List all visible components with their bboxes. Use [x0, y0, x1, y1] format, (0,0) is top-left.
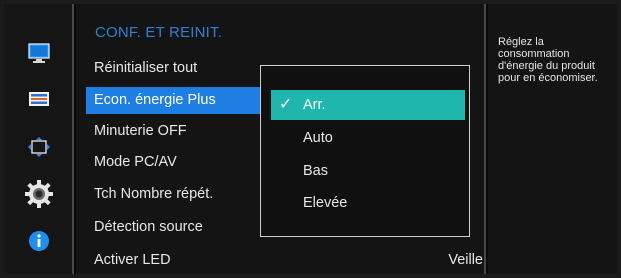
menu-item-eco-saving-plus[interactable]: Econ. énergie Plus	[86, 87, 270, 114]
menu-item-pc-av-mode[interactable]: Mode PC/AV	[86, 149, 270, 176]
menu-title: CONF. ET REINIT.	[95, 24, 223, 41]
divider-right	[484, 4, 486, 274]
menu-item-reset-all[interactable]: Réinitialiser tout	[86, 55, 270, 82]
option-auto[interactable]: Auto	[271, 123, 465, 153]
info-icon[interactable]	[28, 230, 50, 252]
option-high[interactable]: Elevée	[271, 188, 465, 218]
menu-item-key-repeat-time[interactable]: Tch Nombre répét.	[86, 181, 270, 208]
option-label: Elevée	[303, 195, 348, 211]
option-label: Bas	[303, 163, 328, 179]
color-bars-icon[interactable]	[28, 88, 50, 110]
gear-icon[interactable]	[25, 180, 53, 208]
osd-window: CONF. ET REINIT. Réinitialiser tout Econ…	[0, 0, 621, 278]
menu-item-power-led-on[interactable]: Activer LED	[86, 247, 270, 274]
divider-left	[72, 4, 74, 274]
option-off[interactable]: ✓ Arr.	[271, 90, 465, 120]
size-position-icon[interactable]	[28, 136, 50, 158]
menu-item-off-timer[interactable]: Minuterie OFF	[86, 118, 270, 145]
help-text: Réglez la consommation d'énergie du prod…	[498, 36, 598, 84]
checkmark-icon: ✓	[279, 96, 293, 113]
eco-saving-options-popup: ✓ Arr. Auto Bas Elevée	[260, 65, 470, 237]
option-label: Arr.	[303, 97, 326, 113]
option-low[interactable]: Bas	[271, 156, 465, 186]
option-label: Auto	[303, 130, 333, 146]
monitor-icon[interactable]	[28, 42, 50, 64]
category-icon-bar	[4, 4, 72, 274]
menu-item-source-detection[interactable]: Détection source	[86, 214, 270, 241]
power-led-value: Veille	[448, 252, 483, 268]
